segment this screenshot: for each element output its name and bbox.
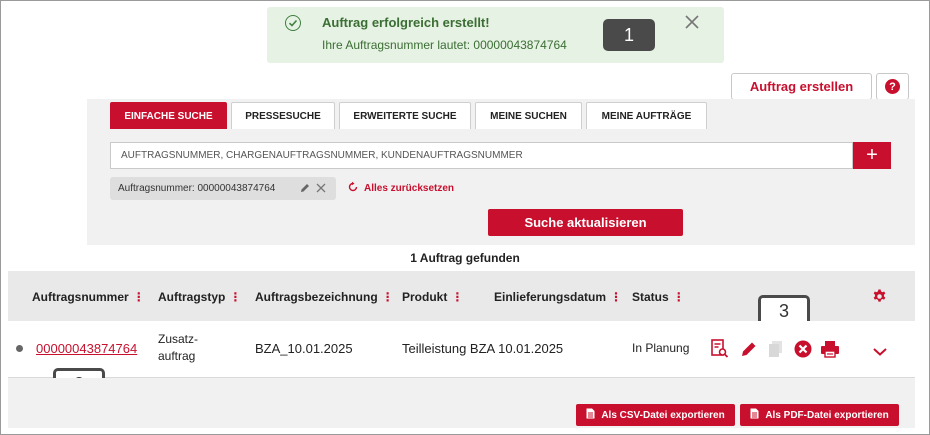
column-menu-icon[interactable]: ⋮ <box>610 291 622 303</box>
column-header-product[interactable]: Produkt ⋮ <box>402 290 463 304</box>
edit-pencil-icon[interactable] <box>740 340 758 363</box>
refresh-icon <box>347 181 359 196</box>
column-menu-icon[interactable]: ⋮ <box>133 291 145 303</box>
column-header-status[interactable]: Status ⋮ <box>632 290 685 304</box>
annotation-badge-1: 1 <box>603 19 655 51</box>
add-search-button[interactable]: + <box>853 142 891 169</box>
cancel-order-icon[interactable] <box>794 340 812 363</box>
tab-simple-search[interactable]: EINFACHE SUCHE <box>110 102 227 129</box>
close-icon[interactable] <box>683 13 701 31</box>
order-type-line1: Zusatz- <box>158 332 199 346</box>
export-csv-button[interactable]: Als CSV-Datei exportieren <box>576 404 735 426</box>
pencil-icon[interactable] <box>299 182 311 197</box>
order-number-link[interactable]: 00000043874764 <box>36 341 137 356</box>
tab-my-searches[interactable]: MEINE SUCHEN <box>475 102 582 129</box>
column-menu-icon[interactable]: ⋮ <box>673 291 685 303</box>
tab-my-orders[interactable]: MEINE AUFTRÄGE <box>586 102 707 129</box>
column-header-delivery-date[interactable]: Einlieferungsdatum ⋮ <box>494 290 622 304</box>
update-search-button[interactable]: Suche aktualisieren <box>488 209 683 236</box>
reset-all-label: Alles zurücksetzen <box>364 183 455 194</box>
tab-press-search[interactable]: PRESSESUCHE <box>231 102 335 129</box>
create-order-button[interactable]: Auftrag erstellen <box>731 73 872 100</box>
gear-icon[interactable] <box>872 289 887 309</box>
filter-chip: Auftragsnummer: 00000043874764 <box>110 177 336 200</box>
search-input[interactable]: AUFTRAGSNUMMER, CHARGENAUFTRAGSNUMMER, K… <box>110 142 853 169</box>
filter-chip-label: Auftragsnummer: 00000043874764 <box>118 183 276 194</box>
view-details-icon[interactable] <box>711 339 729 364</box>
help-icon: ? <box>885 79 900 94</box>
column-menu-icon[interactable]: ⋮ <box>229 291 241 303</box>
order-status: In Planung <box>632 341 690 355</box>
chevron-down-icon[interactable] <box>872 344 888 362</box>
export-csv-label: Als CSV-Datei exportieren <box>601 409 725 421</box>
results-count: 1 Auftrag gefunden <box>410 251 520 265</box>
column-header-order-type[interactable]: Auftragstyp ⋮ <box>158 290 241 304</box>
order-type-line2: auftrag <box>158 349 196 363</box>
reset-all-link[interactable]: Alles zurücksetzen <box>347 181 454 196</box>
order-product: Teilleistung BZA 10.01.2025 <box>402 341 564 356</box>
column-menu-icon[interactable]: ⋮ <box>451 291 463 303</box>
row-status-dot <box>16 345 23 352</box>
copy-icon <box>768 340 784 363</box>
tab-advanced-search[interactable]: ERWEITERTE SUCHE <box>339 102 471 129</box>
file-icon <box>750 408 759 422</box>
toast-message: Ihre Auftragsnummer lautet: 000000438747… <box>322 38 567 52</box>
search-placeholder: AUFTRAGSNUMMER, CHARGENAUFTRAGSNUMMER, K… <box>121 150 523 161</box>
file-icon <box>586 408 595 422</box>
column-menu-icon[interactable]: ⋮ <box>382 291 394 303</box>
export-pdf-button[interactable]: Als PDF-Datei exportieren <box>740 404 899 426</box>
toast-title: Auftrag erfolgreich erstellt! <box>322 15 490 30</box>
column-header-order-number[interactable]: Auftragsnummer ⋮ <box>32 290 145 304</box>
help-button[interactable]: ? <box>876 73 909 100</box>
check-circle-icon <box>285 15 301 31</box>
order-designation: BZA_10.01.2025 <box>255 341 353 356</box>
remove-chip-icon[interactable] <box>315 182 327 197</box>
success-toast: Auftrag erfolgreich erstellt! Ihre Auftr… <box>267 7 724 63</box>
column-header-designation[interactable]: Auftragsbezeichnung ⋮ <box>255 290 394 304</box>
print-icon[interactable] <box>820 340 840 363</box>
export-pdf-label: Als PDF-Datei exportieren <box>765 409 889 421</box>
